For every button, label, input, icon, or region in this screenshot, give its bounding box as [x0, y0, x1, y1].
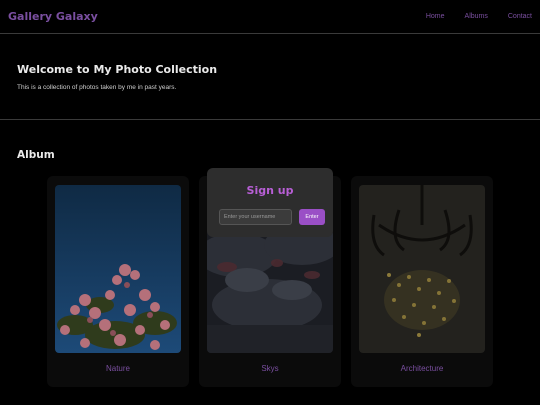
card-label-skys[interactable]: Skys	[199, 364, 341, 373]
navbar: Gallery Galaxy Home Albums Contact	[0, 0, 540, 33]
username-input[interactable]	[219, 209, 292, 225]
album-card-architecture[interactable]: Architecture	[351, 176, 493, 387]
nav-link-contact[interactable]: Contact	[508, 13, 532, 20]
header-divider	[0, 33, 540, 34]
modal-title: Sign up	[246, 184, 294, 197]
brand-logo[interactable]: Gallery Galaxy	[8, 10, 98, 23]
nature-photo	[55, 185, 181, 353]
card-label-nature[interactable]: Nature	[47, 364, 189, 373]
section-divider	[0, 119, 540, 120]
nav-link-home[interactable]: Home	[426, 13, 445, 20]
hero-title: Welcome to My Photo Collection	[17, 63, 218, 76]
card-label-architecture[interactable]: Architecture	[351, 364, 493, 373]
hero-subtitle: This is a collection of photos taken by …	[17, 84, 177, 91]
nav-links: Home Albums Contact	[406, 13, 532, 20]
nav-link-albums[interactable]: Albums	[465, 13, 488, 20]
architecture-photo	[359, 185, 485, 353]
album-heading: Album	[17, 149, 55, 161]
signup-modal: Sign up Enter	[207, 168, 333, 237]
album-card-nature[interactable]: Nature	[47, 176, 189, 387]
enter-button[interactable]: Enter	[299, 209, 325, 225]
